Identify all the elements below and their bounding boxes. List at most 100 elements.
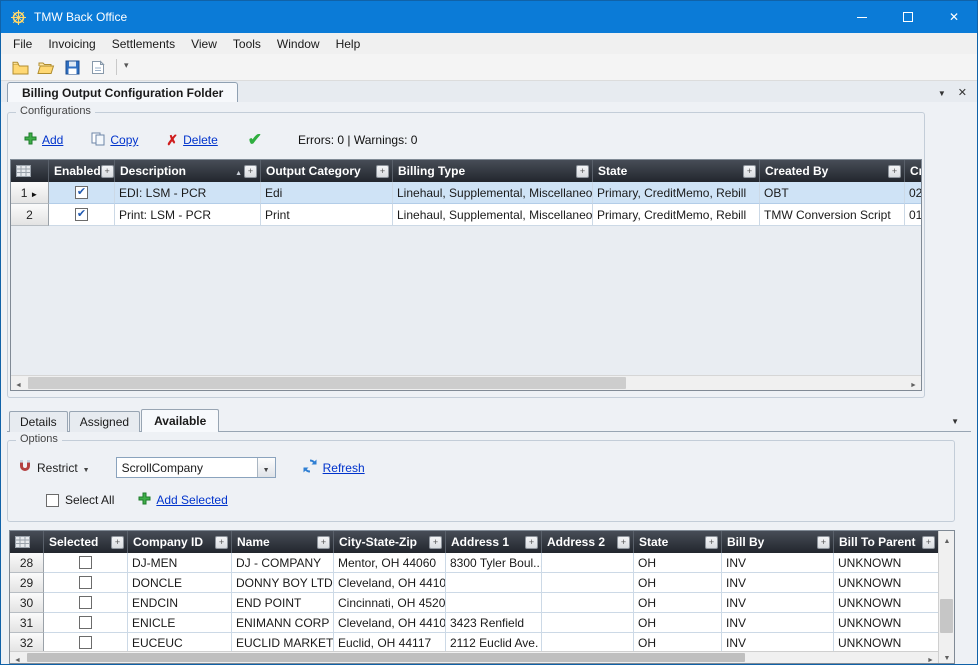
company-row[interactable]: 31 ENICLE ENIMANN CORP Cleveland, OH 441… <box>10 613 938 633</box>
configuration-row[interactable]: 2 Print: LSM - PCR Print Linehaul, Suppl… <box>11 204 921 226</box>
column-header-billing-type[interactable]: Billing Type <box>393 160 593 182</box>
column-header-selected[interactable]: Selected <box>44 531 128 553</box>
scroll-up-button[interactable] <box>939 531 955 546</box>
row-selector[interactable]: 29 <box>10 573 44 593</box>
company-row[interactable]: 32 EUCEUC EUCLID MARKETS Euclid, OH 4411… <box>10 633 938 653</box>
scrollbar-track[interactable] <box>939 546 954 648</box>
menu-help[interactable]: Help <box>328 35 369 53</box>
tab-close-icon[interactable] <box>958 85 967 99</box>
selected-checkbox[interactable] <box>79 576 92 589</box>
column-header-address1[interactable]: Address 1 <box>446 531 542 553</box>
menu-invoicing[interactable]: Invoicing <box>40 35 103 53</box>
menu-settlements[interactable]: Settlements <box>104 35 183 53</box>
open-folder-icon[interactable] <box>35 56 57 78</box>
scroll-right-button[interactable] <box>906 376 921 391</box>
column-header-state[interactable]: State <box>634 531 722 553</box>
menu-window[interactable]: Window <box>269 35 328 53</box>
scrollbar-thumb[interactable] <box>28 377 626 389</box>
column-filter-icon[interactable] <box>576 165 589 178</box>
scroll-company-combobox[interactable]: ScrollCompany <box>116 457 276 478</box>
close-button[interactable] <box>931 1 977 33</box>
column-filter-icon[interactable] <box>743 165 756 178</box>
selected-checkbox[interactable] <box>79 556 92 569</box>
column-header-output-category[interactable]: Output Category <box>261 160 393 182</box>
column-filter-icon[interactable] <box>244 165 257 178</box>
column-filter-icon[interactable] <box>817 536 830 549</box>
column-filter-icon[interactable] <box>617 536 630 549</box>
delete-button[interactable]: Delete <box>166 132 217 149</box>
column-header-description[interactable]: Description <box>115 160 261 182</box>
new-icon[interactable] <box>9 56 31 78</box>
column-filter-icon[interactable] <box>215 536 228 549</box>
enabled-checkbox[interactable] <box>75 208 88 221</box>
column-filter-icon[interactable] <box>922 536 935 549</box>
detail-tab-scroll-icon[interactable] <box>951 413 959 427</box>
scroll-right-button[interactable] <box>923 652 938 664</box>
row-selector[interactable]: 31 <box>10 613 44 633</box>
scrollbar-thumb[interactable] <box>27 653 745 662</box>
menu-file[interactable]: File <box>5 35 40 53</box>
select-all-checkbox[interactable]: Select All <box>46 493 114 507</box>
company-row[interactable]: 29 DONCLE DONNY BOY LTD Cleveland, OH 44… <box>10 573 938 593</box>
minimize-button[interactable] <box>839 1 885 33</box>
column-header-bill-to-parent[interactable]: Bill To Parent <box>834 531 938 553</box>
selected-checkbox[interactable] <box>79 636 92 649</box>
restrict-dropdown-button[interactable]: Restrict <box>18 459 90 476</box>
grid-corner-button[interactable] <box>11 160 49 182</box>
column-filter-icon[interactable] <box>888 165 901 178</box>
scrollbar-thumb[interactable] <box>940 599 953 633</box>
column-header-city-state-zip[interactable]: City-State-Zip <box>334 531 446 553</box>
scroll-down-button[interactable] <box>939 648 955 663</box>
scrollbar-track[interactable] <box>26 376 906 390</box>
menu-view[interactable]: View <box>183 35 225 53</box>
row-selector[interactable]: 28 <box>10 553 44 573</box>
checkbox-icon[interactable] <box>46 494 59 507</box>
row-selector[interactable]: 2 <box>11 204 49 226</box>
column-header-created-by[interactable]: Created By <box>760 160 905 182</box>
scroll-left-button[interactable] <box>10 652 25 664</box>
column-header-address2[interactable]: Address 2 <box>542 531 634 553</box>
available-grid-hscrollbar[interactable] <box>10 651 938 663</box>
tab-assigned[interactable]: Assigned <box>69 411 140 432</box>
tab-available[interactable]: Available <box>141 409 219 432</box>
selected-checkbox[interactable] <box>79 616 92 629</box>
column-filter-icon[interactable] <box>705 536 718 549</box>
tab-billing-output-configuration-folder[interactable]: Billing Output Configuration Folder <box>7 82 238 102</box>
scroll-left-button[interactable] <box>11 376 26 391</box>
grid-corner-button[interactable] <box>10 531 44 553</box>
export-document-icon[interactable] <box>87 56 109 78</box>
column-header-state[interactable]: State <box>593 160 760 182</box>
column-filter-icon[interactable] <box>111 536 124 549</box>
toolbar-overflow-icon[interactable] <box>124 60 129 75</box>
copy-button[interactable]: Copy <box>91 132 138 149</box>
configurations-grid-hscrollbar[interactable] <box>11 375 921 390</box>
add-selected-button[interactable]: Add Selected <box>138 492 227 508</box>
available-grid-vscrollbar[interactable] <box>938 531 954 663</box>
add-button[interactable]: Add <box>24 132 63 148</box>
column-header-company-id[interactable]: Company ID <box>128 531 232 553</box>
column-header-created-on[interactable]: Cr <box>905 160 921 182</box>
row-selector[interactable]: 1 <box>11 182 49 204</box>
row-selector[interactable]: 32 <box>10 633 44 653</box>
tab-list-dropdown-icon[interactable] <box>938 85 946 99</box>
column-filter-icon[interactable] <box>429 536 442 549</box>
column-filter-icon[interactable] <box>525 536 538 549</box>
column-header-name[interactable]: Name <box>232 531 334 553</box>
combobox-dropdown-button[interactable] <box>257 458 275 477</box>
tab-details[interactable]: Details <box>9 411 68 432</box>
column-filter-icon[interactable] <box>101 165 114 178</box>
scrollbar-track[interactable] <box>25 652 923 663</box>
selected-checkbox[interactable] <box>79 596 92 609</box>
row-selector[interactable]: 30 <box>10 593 44 613</box>
column-header-bill-by[interactable]: Bill By <box>722 531 834 553</box>
company-row[interactable]: 30 ENDCIN END POINT Cincinnati, OH 45201… <box>10 593 938 613</box>
save-icon[interactable] <box>61 56 83 78</box>
column-filter-icon[interactable] <box>317 536 330 549</box>
configuration-row[interactable]: 1 EDI: LSM - PCR Edi Linehaul, Supplemen… <box>11 182 921 204</box>
maximize-button[interactable] <box>885 1 931 33</box>
menu-tools[interactable]: Tools <box>225 35 269 53</box>
company-row[interactable]: 28 DJ-MEN DJ - COMPANY Mentor, OH 44060 … <box>10 553 938 573</box>
column-filter-icon[interactable] <box>376 165 389 178</box>
enabled-checkbox[interactable] <box>75 186 88 199</box>
refresh-button[interactable]: Refresh <box>302 458 365 477</box>
